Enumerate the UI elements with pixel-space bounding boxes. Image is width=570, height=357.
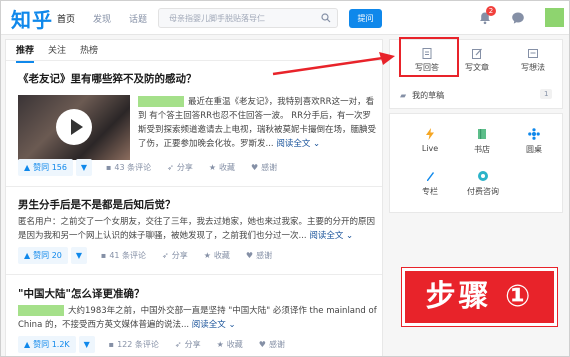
- heart-icon: ♥: [258, 340, 266, 349]
- video-thumbnail[interactable]: [18, 95, 130, 160]
- thanks-button[interactable]: ♥ 感谢: [251, 162, 277, 173]
- chevron-down-icon: ⌄: [310, 139, 321, 149]
- star-icon: ★: [216, 340, 224, 349]
- chevron-down-icon: ⌄: [225, 320, 236, 330]
- write-article-button[interactable]: 写文章: [452, 48, 502, 73]
- upvote-icon: ▲: [24, 251, 31, 260]
- feed-card: 推荐 关注 热榜 《老友记》里有哪些猝不及防的感动？ 最近在重温《老友记》，我特…: [5, 39, 383, 356]
- screenshot-frame: 知乎 首页 发现 话题 母亲指婴儿脚手脱贴落导仁 提问 2 推荐 关注 热榜 《…: [0, 0, 570, 357]
- pen-icon: [472, 48, 482, 59]
- feed-item-excerpt[interactable]: 大约1983年之前，中国外交部一直是坚持 "中国大陆" 必须译作 the mai…: [18, 304, 380, 332]
- author-name-redacted: [138, 96, 184, 107]
- user-avatar[interactable]: [545, 8, 564, 27]
- features-panel: Live 书店 圆桌 专栏 付费咨询: [389, 113, 563, 213]
- feed-item-title[interactable]: "中国大陆"怎么译更准确？: [18, 286, 144, 301]
- feed-item-title[interactable]: 男生分手后是不是都是后知后觉？: [18, 197, 176, 212]
- share-icon: ➶: [167, 163, 174, 172]
- book-icon: [478, 129, 486, 139]
- comment-icon: ▪: [105, 163, 112, 172]
- sidebar-item-column[interactable]: 专栏: [408, 170, 452, 197]
- share-icon: ➶: [174, 340, 182, 349]
- collect-button[interactable]: ★ 收藏: [204, 250, 230, 261]
- idea-icon: [528, 49, 538, 58]
- top-header: 知乎 首页 发现 话题 母亲指婴儿脚手脱贴落导仁 提问 2: [1, 1, 569, 35]
- my-drafts-link[interactable]: ▰ 我的草稿: [400, 90, 444, 101]
- upvote-button[interactable]: ▲ 赞同 20: [18, 247, 68, 264]
- top-nav: 首页 发现 话题: [57, 12, 147, 25]
- feed-item-actions: ▲ 赞同 20 ▼ ▪ 41 条评论 ➶ 分享 ★ 收藏 ♥ 感谢: [18, 247, 288, 264]
- column-icon: [427, 172, 434, 181]
- notification-badge: 2: [486, 6, 496, 16]
- downvote-button[interactable]: ▼: [70, 247, 87, 264]
- feed-item-actions: ▲ 赞同 156 ▼ ▪ 43 条评论 ➶ 分享 ★ 收藏 ♥ 感谢: [18, 159, 293, 176]
- write-idea-button[interactable]: 写想法: [508, 48, 558, 73]
- comment-icon: ▪: [100, 251, 107, 260]
- heart-icon: ♥: [251, 163, 259, 172]
- upvote-button[interactable]: ▲ 赞同 1.2K: [18, 336, 76, 353]
- share-icon: ➶: [162, 251, 169, 260]
- item-divider: [6, 274, 382, 275]
- sidebar-item-paid-consult[interactable]: 付费咨询: [458, 170, 508, 197]
- sidebar-item-roundtable[interactable]: 圆桌: [512, 128, 556, 155]
- message-icon[interactable]: [511, 11, 525, 25]
- zhihu-logo[interactable]: 知乎: [11, 4, 53, 33]
- comment-button[interactable]: ▪ 122 条评论: [109, 339, 159, 350]
- collect-button[interactable]: ★ 收藏: [209, 162, 235, 173]
- search-input[interactable]: 母亲指婴儿脚手脱贴落导仁: [158, 8, 338, 28]
- sidebar-item-live[interactable]: Live: [408, 128, 452, 153]
- star-icon: ★: [203, 251, 211, 260]
- lightning-icon: [426, 128, 434, 140]
- nav-discover[interactable]: 发现: [93, 12, 111, 25]
- roundtable-icon: [528, 128, 540, 140]
- star-icon: ★: [208, 163, 216, 172]
- thanks-button[interactable]: ♥ 感谢: [259, 339, 285, 350]
- read-more-link[interactable]: 阅读全文: [276, 139, 310, 149]
- step-badge: 步骤 ①: [401, 267, 558, 327]
- search-placeholder: 母亲指婴儿脚手脱贴落导仁: [169, 14, 265, 23]
- share-button[interactable]: ➶ 分享: [162, 250, 188, 261]
- comment-icon: ▪: [108, 340, 115, 349]
- author-name-redacted: [18, 305, 64, 316]
- comment-button[interactable]: ▪ 41 条评论: [101, 250, 146, 261]
- downvote-button[interactable]: ▼: [78, 336, 95, 353]
- draft-icon: ▰: [400, 91, 407, 100]
- upvote-icon: ▲: [24, 340, 31, 349]
- chevron-down-icon: ⌄: [343, 231, 354, 241]
- consult-icon: [478, 171, 488, 181]
- share-button[interactable]: ➶ 分享: [167, 162, 193, 173]
- play-icon[interactable]: [56, 109, 92, 145]
- feed-item-excerpt[interactable]: 匿名用户：之前交了一个女朋友，交往了三年，我去过她家，她也来过我家。主要的分开的…: [18, 215, 376, 243]
- share-button[interactable]: ➶ 分享: [175, 339, 201, 350]
- feed-item-title[interactable]: 《老友记》里有哪些猝不及防的感动？: [18, 71, 197, 86]
- draft-count: 1: [540, 89, 553, 99]
- nav-topics[interactable]: 话题: [129, 12, 147, 25]
- collect-button[interactable]: ★ 收藏: [217, 339, 243, 350]
- ask-question-button[interactable]: 提问: [349, 9, 382, 28]
- feed-item-excerpt[interactable]: 最近在重温《老友记》，我特别喜欢RR这一对，看到 有个答主回答RR也忍不住回答一…: [138, 95, 376, 151]
- upvote-button[interactable]: ▲ 赞同 156: [18, 159, 73, 176]
- heart-icon: ♥: [245, 251, 254, 260]
- downvote-button[interactable]: ▼: [75, 159, 92, 176]
- highlight-box: [399, 37, 459, 77]
- read-more-link[interactable]: 阅读全文: [192, 320, 226, 330]
- thanks-button[interactable]: ♥ 感谢: [246, 250, 272, 261]
- comment-button[interactable]: ▪ 43 条评论: [106, 162, 151, 173]
- read-more-link[interactable]: 阅读全文: [309, 231, 343, 241]
- upvote-icon: ▲: [24, 163, 31, 172]
- item-divider: [6, 186, 382, 187]
- search-icon[interactable]: [321, 13, 331, 23]
- feed-item-actions: ▲ 赞同 1.2K ▼ ▪ 122 条评论 ➶ 分享 ★ 收藏 ♥ 感谢: [18, 336, 301, 353]
- nav-home[interactable]: 首页: [57, 12, 75, 25]
- sidebar-item-bookstore[interactable]: 书店: [460, 128, 504, 155]
- arrow-icon: [272, 52, 395, 76]
